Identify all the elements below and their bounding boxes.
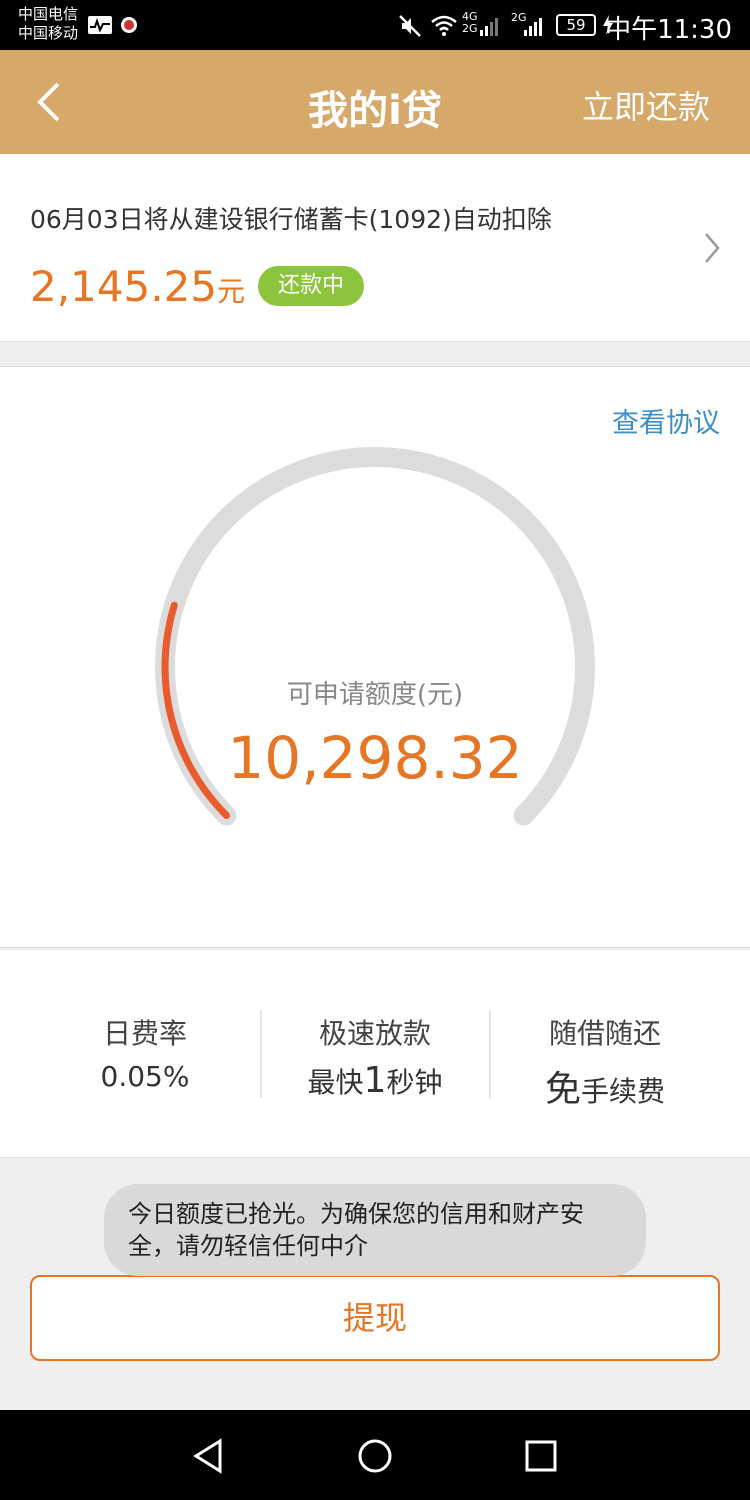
- activity-monitor-icon: [88, 16, 112, 34]
- toast-message: 今日额度已抢光。为确保您的信用和财产安全，请勿轻信任何中介: [104, 1184, 646, 1276]
- repayment-amount-value: 2,145.25: [30, 262, 218, 311]
- status-bar: 中国电信 中国移动 4G 2G 2G 59 中午11:30: [0, 0, 750, 50]
- repay-now-button[interactable]: 立即还款: [582, 82, 710, 128]
- repayment-amount: 2,145.25元: [30, 262, 245, 311]
- feature-value: 最快1秒钟: [307, 1060, 443, 1101]
- status-badge: 还款中: [258, 266, 364, 306]
- repayment-amount-unit: 元: [217, 275, 246, 308]
- feature-title: 随借随还: [548, 1017, 661, 1050]
- app-header: 我的i贷 立即还款: [0, 50, 750, 154]
- signal-strength-icon-2: [524, 18, 542, 36]
- muted-icon: [399, 15, 421, 37]
- system-nav-bar: [0, 1410, 750, 1500]
- signal-strength-icon: [480, 18, 498, 36]
- carrier-1: 中国电信: [18, 5, 79, 23]
- feature-flexible-repay: 随借随还 免手续费: [490, 1012, 720, 1112]
- carrier-2: 中国移动: [18, 24, 79, 42]
- credit-limit-label: 可申请额度(元): [286, 680, 464, 710]
- credit-limit-amount: 10,298.32: [227, 724, 523, 792]
- feature-daily-rate: 日费率 0.05%: [30, 1012, 260, 1093]
- feature-title: 日费率: [102, 1017, 187, 1050]
- network-type-a: 4G 2G: [462, 10, 478, 35]
- wifi-icon: [431, 15, 457, 36]
- features-strip: 日费率 0.05% 极速放款 最快1秒钟 随借随还 免手续费: [0, 950, 750, 1158]
- nav-recents-icon[interactable]: [522, 1437, 560, 1475]
- auto-deduct-notice: 06月03日将从建设银行储蓄卡(1092)自动扣除: [30, 205, 552, 234]
- clock: 中午11:30: [605, 15, 732, 45]
- feature-title: 极速放款: [318, 1017, 431, 1050]
- notification-app-icon: [121, 17, 137, 33]
- repayment-card[interactable]: 06月03日将从建设银行储蓄卡(1092)自动扣除 2,145.25元 还款中: [0, 154, 750, 342]
- feature-value: 免手续费: [544, 1069, 666, 1110]
- battery-icon: 59: [556, 14, 596, 36]
- nav-home-icon[interactable]: [356, 1437, 394, 1475]
- nav-back-icon[interactable]: [190, 1437, 228, 1475]
- view-agreement-link[interactable]: 查看协议: [612, 401, 720, 440]
- credit-gauge: 可申请额度(元) 10,298.32: [150, 442, 600, 842]
- withdraw-button[interactable]: 提现: [30, 1275, 720, 1361]
- carrier-names: 中国电信 中国移动: [18, 5, 78, 43]
- feature-fast-payout: 极速放款 最快1秒钟: [260, 1012, 490, 1101]
- chevron-right-icon[interactable]: [702, 230, 722, 266]
- feature-value: 0.05%: [100, 1060, 190, 1093]
- credit-limit-card: 查看协议 可申请额度(元) 10,298.32: [0, 366, 750, 948]
